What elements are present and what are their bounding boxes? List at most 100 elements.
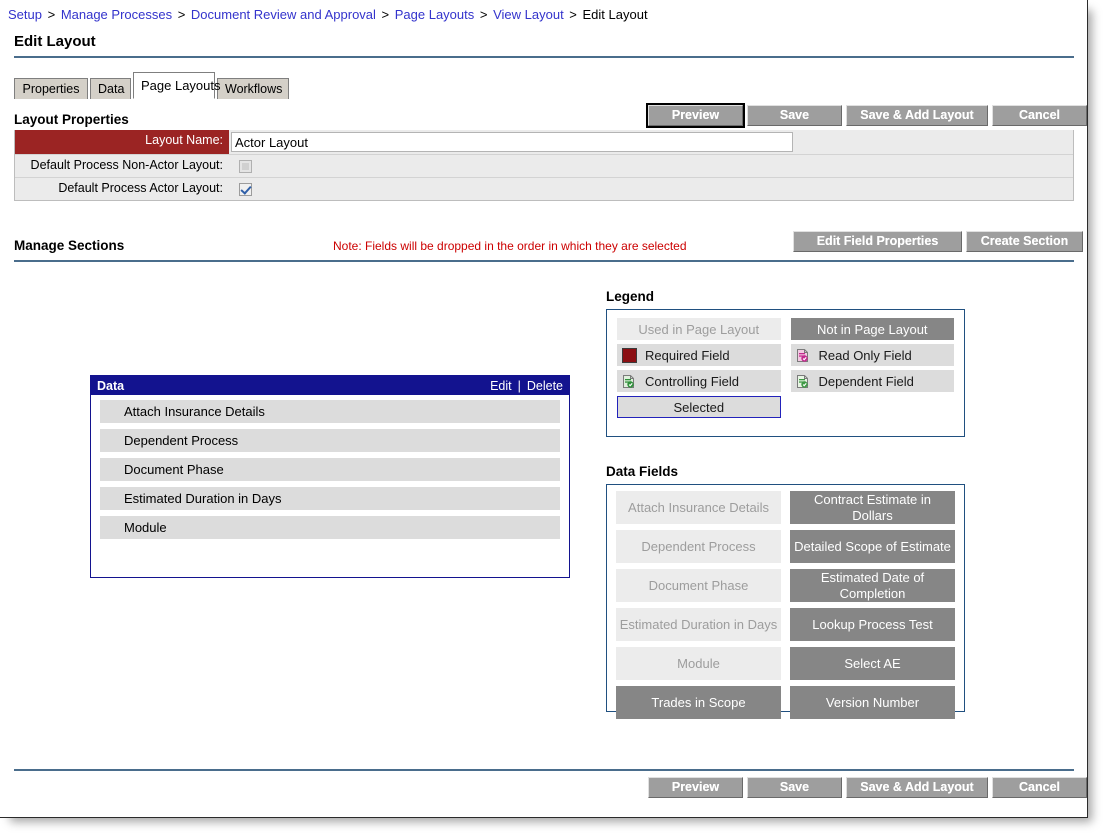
legend-item-read-only-field: Read Only Field xyxy=(790,344,954,366)
section-field-item[interactable]: Dependent Process xyxy=(100,429,560,452)
layout-property-value xyxy=(229,130,1073,154)
legend-row: Used in Page Layout Not in Page Layout xyxy=(617,318,954,340)
layout-property-row: Layout Name: xyxy=(15,130,1073,155)
top-preview-button[interactable]: Preview xyxy=(646,103,745,128)
legend-panel: Used in Page Layout Not in Page Layout Req… xyxy=(606,309,965,437)
section-panel-title: Data xyxy=(97,378,125,393)
data-field-dependent-process[interactable]: Dependent Process xyxy=(616,530,781,563)
layout-property-value xyxy=(229,155,1073,177)
section-edit-link[interactable]: Edit xyxy=(490,379,512,393)
breadcrumb: Setup > Manage Processes > Document Revi… xyxy=(8,7,648,22)
legend-item-not-in-page-layout: Not in Page Layout xyxy=(790,318,954,340)
legend-item-label: Controlling Field xyxy=(645,373,739,389)
manage-sections-create-section-button[interactable]: Create Section xyxy=(966,231,1083,252)
breadcrumb-separator: > xyxy=(565,7,581,22)
data-field-estimated-duration-in-days[interactable]: Estimated Duration in Days xyxy=(616,608,781,641)
breadcrumb-item-view-layout[interactable]: View Layout xyxy=(493,7,564,22)
tab-underline xyxy=(14,99,1074,100)
top-save-add-layout-button[interactable]: Save & Add Layout xyxy=(846,105,988,126)
data-field-document-phase[interactable]: Document Phase xyxy=(616,569,781,602)
legend-heading: Legend xyxy=(606,289,655,304)
legend-item-label: Read Only Field xyxy=(818,347,912,363)
tab-data[interactable]: Data xyxy=(90,78,131,99)
data-field-attach-insurance-details[interactable]: Attach Insurance Details xyxy=(616,491,781,524)
legend-item-label: Selected xyxy=(673,399,725,415)
section-panel-body: Attach Insurance Details Dependent Proces… xyxy=(91,395,569,539)
data-field-detailed-scope-of-estimate[interactable]: Detailed Scope of Estimate xyxy=(790,530,955,563)
legend-item-dependent-field: Dependent Field xyxy=(790,370,954,392)
tab-workflows[interactable]: Workflows xyxy=(217,78,289,99)
section-field-item[interactable]: Estimated Duration in Days xyxy=(100,487,560,510)
footer-divider xyxy=(14,769,1074,771)
tab-properties[interactable]: Properties xyxy=(14,78,88,99)
data-fields-row: Trades in Scope Version Number xyxy=(616,686,955,719)
section-delete-link[interactable]: Delete xyxy=(527,379,563,393)
section-panel-data: Data Edit | Delete Attach Insurance Deta… xyxy=(90,375,570,578)
legend-item-empty xyxy=(791,396,954,418)
bottom-save-add-layout-button[interactable]: Save & Add Layout xyxy=(846,777,988,798)
read-only-document-icon xyxy=(795,348,811,363)
data-field-module[interactable]: Module xyxy=(616,647,781,680)
controlling-document-icon xyxy=(621,374,637,389)
bottom-preview-button[interactable]: Preview xyxy=(648,777,743,798)
tab-bar: Properties Data Page Layouts Workflows xyxy=(14,72,291,99)
legend-item-selected: Selected xyxy=(617,396,781,418)
legend-item-label: Required Field xyxy=(645,347,730,363)
legend-item-label: Not in Page Layout xyxy=(816,321,928,337)
data-field-select-ae[interactable]: Select AE xyxy=(790,647,955,680)
legend-item-controlling-field: Controlling Field xyxy=(617,370,781,392)
breadcrumb-item-document-review-and-approval[interactable]: Document Review and Approval xyxy=(191,7,376,22)
layout-name-input[interactable] xyxy=(231,132,793,152)
data-field-contract-estimate-in-dollars[interactable]: Contract Estimate in Dollars xyxy=(790,491,955,524)
legend-item-label: Used in Page Layout xyxy=(638,321,760,337)
legend-item-required-field: Required Field xyxy=(617,344,781,366)
title-divider xyxy=(14,56,1074,58)
breadcrumb-item-manage-processes[interactable]: Manage Processes xyxy=(61,7,172,22)
data-fields-heading: Data Fields xyxy=(606,464,679,479)
breadcrumb-separator: > xyxy=(174,7,189,22)
data-field-version-number[interactable]: Version Number xyxy=(790,686,955,719)
legend-row: Selected xyxy=(617,396,954,418)
breadcrumb-item-setup[interactable]: Setup xyxy=(8,7,42,22)
tab-page-layouts[interactable]: Page Layouts xyxy=(133,72,221,99)
checkbox-default-process-non-actor-layout xyxy=(239,159,252,173)
layout-properties-table: Layout Name:Default Process Non-Actor La… xyxy=(14,130,1074,201)
data-fields-row: Document Phase Estimated Date of Completi… xyxy=(616,569,955,602)
section-panel-header: Data Edit | Delete xyxy=(91,376,569,395)
section-field-item[interactable]: Attach Insurance Details xyxy=(100,400,560,423)
section-field-item[interactable]: Module xyxy=(100,516,560,539)
legend-row: Required Field Read Only Field xyxy=(617,344,954,366)
top-save-button[interactable]: Save xyxy=(747,105,842,126)
legend-item-used-in-page-layout: Used in Page Layout xyxy=(617,318,781,340)
section-field-item[interactable]: Document Phase xyxy=(100,458,560,481)
required-square-icon xyxy=(622,347,637,363)
breadcrumb-item-page-layouts[interactable]: Page Layouts xyxy=(395,7,475,22)
manage-sections-divider xyxy=(14,260,1074,262)
data-fields-row: Module Select AE xyxy=(616,647,955,680)
breadcrumb-separator: > xyxy=(43,7,59,22)
data-field-trades-in-scope[interactable]: Trades in Scope xyxy=(616,686,781,719)
checkbox-default-process-actor-layout[interactable] xyxy=(239,182,252,196)
layout-property-label: Default Process Non-Actor Layout: xyxy=(15,155,229,177)
manage-sections-note: Note: Fields will be dropped in the orde… xyxy=(333,239,687,253)
layout-property-row: Default Process Non-Actor Layout: xyxy=(15,155,1073,178)
data-field-lookup-process-test[interactable]: Lookup Process Test xyxy=(790,608,955,641)
legend-row: Controlling Field Dependent Field xyxy=(617,370,954,392)
bottom-cancel-button[interactable]: Cancel xyxy=(992,777,1087,798)
breadcrumb-separator: > xyxy=(476,7,492,22)
legend-item-label: Dependent Field xyxy=(818,373,914,389)
data-fields-panel: Attach Insurance Details Contract Estimat… xyxy=(606,484,965,719)
layout-property-label: Layout Name: xyxy=(15,130,229,154)
manage-sections-button-group: Edit Field Properties Create Section xyxy=(793,231,1087,253)
manage-sections-edit-field-properties-button[interactable]: Edit Field Properties xyxy=(793,231,962,252)
page-title: Edit Layout xyxy=(14,33,96,50)
manage-sections-heading: Manage Sections xyxy=(14,238,125,253)
layout-property-row: Default Process Actor Layout: xyxy=(15,178,1073,200)
application-page: Setup > Manage Processes > Document Revi… xyxy=(0,0,1088,818)
layout-property-label: Default Process Actor Layout: xyxy=(15,178,229,200)
data-field-estimated-date-of-completion[interactable]: Estimated Date of Completion xyxy=(790,569,955,602)
breadcrumb-item-edit-layout: Edit Layout xyxy=(582,7,648,22)
top-cancel-button[interactable]: Cancel xyxy=(992,105,1087,126)
bottom-save-button[interactable]: Save xyxy=(747,777,842,798)
dependent-document-icon xyxy=(795,374,811,389)
